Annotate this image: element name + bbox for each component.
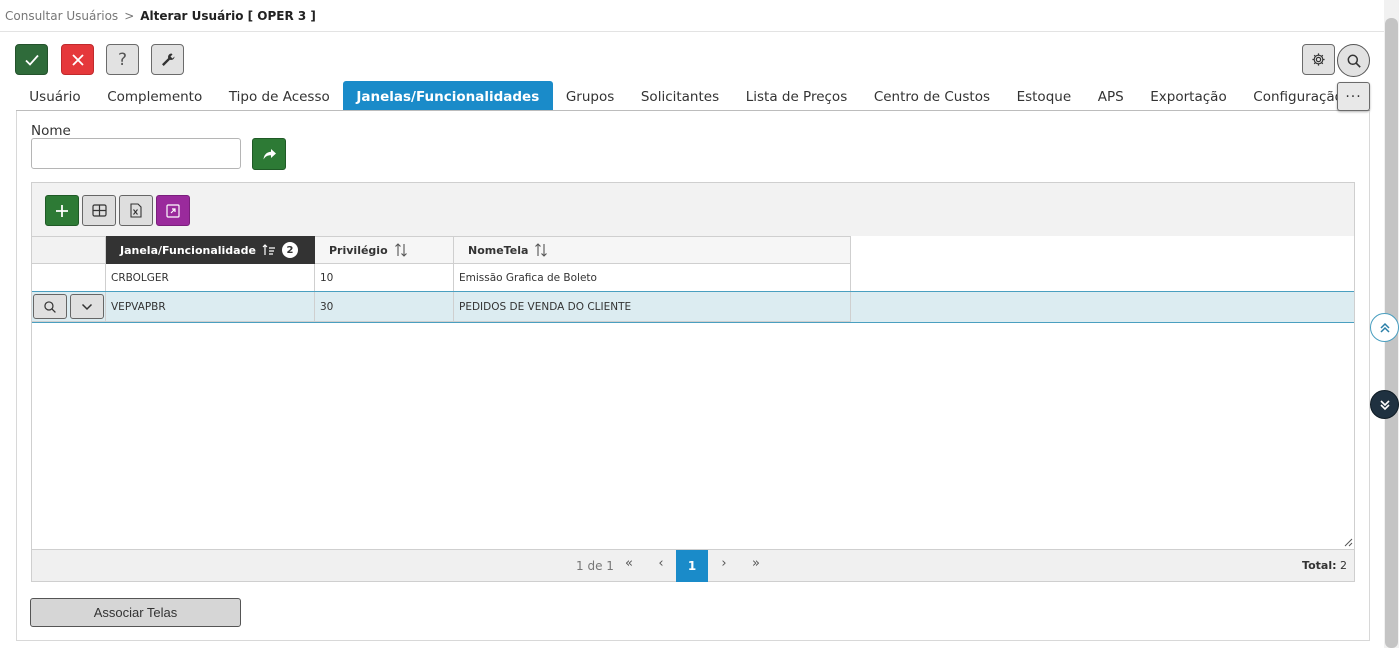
search-icon	[1347, 54, 1361, 68]
row-actions-cell	[32, 292, 106, 322]
tab-grupos[interactable]: Grupos	[553, 81, 628, 111]
pagination-bar: 1 de 1 « ‹ 1 › » Total: 2	[32, 549, 1354, 582]
total-count: Total: 2	[1302, 559, 1347, 572]
table-icon	[91, 204, 107, 217]
column-header-janela[interactable]: Janela/Funcionalidade 2	[106, 236, 315, 264]
column-header-label: Privilégio	[329, 243, 388, 257]
data-grid: Janela/Funcionalidade 2 Privilégio NomeT…	[31, 182, 1355, 582]
more-tabs-button[interactable]: ···	[1337, 82, 1370, 111]
cancel-button[interactable]	[61, 44, 94, 75]
next-page-button[interactable]: ›	[714, 556, 734, 571]
tab-bar: Usuário Complemento Tipo de Acesso Janelas/…	[16, 81, 1343, 111]
total-value: 2	[1340, 559, 1347, 572]
export-excel-button[interactable]	[119, 195, 153, 226]
row-expand-button[interactable]	[70, 294, 104, 319]
row-actions-cell	[32, 264, 106, 292]
page-info: 1 de 1	[576, 559, 614, 573]
cell-janela: VEPVAPBR	[106, 292, 315, 322]
top-divider	[0, 31, 1384, 32]
column-header-privilegio[interactable]: Privilégio	[315, 236, 454, 264]
help-icon: ?	[117, 49, 128, 70]
cell-privilegio: 30	[315, 292, 454, 322]
cell-nometela: Emissão Grafica de Boleto	[454, 264, 851, 292]
cell-nometela: PEDIDOS DE VENDA DO CLIENTE	[454, 292, 851, 322]
double-chevron-down-icon	[1379, 399, 1390, 410]
tab-centro-de-custos[interactable]: Centro de Custos	[861, 81, 1004, 111]
total-label: Total:	[1302, 559, 1337, 572]
sort-icon	[394, 243, 408, 257]
filter-go-button[interactable]	[252, 138, 286, 170]
column-header-nometela[interactable]: NomeTela	[454, 236, 851, 264]
nome-label: Nome	[31, 123, 71, 139]
tab-usu-rio[interactable]: Usuário	[16, 81, 94, 111]
double-chevron-up-icon	[1379, 322, 1390, 333]
last-page-button[interactable]: »	[746, 556, 766, 571]
breadcrumb-current: Alterar Usuário [ OPER 3 ]	[140, 9, 316, 23]
close-icon	[71, 53, 84, 66]
search-icon	[44, 300, 56, 313]
share-arrow-icon	[263, 148, 276, 159]
chevron-down-icon	[81, 303, 93, 310]
tools-button[interactable]	[151, 44, 184, 75]
check-icon	[24, 54, 39, 66]
row-view-button[interactable]	[33, 294, 67, 319]
column-header-label: Janela/Funcionalidade	[120, 243, 256, 257]
global-search-button[interactable]	[1337, 44, 1370, 77]
tab-exporta-o[interactable]: Exportação	[1137, 81, 1240, 111]
ellipsis-icon: ···	[1345, 88, 1362, 105]
gear-icon	[1312, 53, 1325, 66]
tab-complemento[interactable]: Complemento	[94, 81, 216, 111]
prev-page-button[interactable]: ‹	[651, 556, 671, 571]
tab-lista-de-pre-os[interactable]: Lista de Preços	[732, 81, 860, 111]
tab-estoque[interactable]: Estoque	[1003, 81, 1084, 111]
tab-solicitantes[interactable]: Solicitantes	[628, 81, 733, 111]
sort-ascending-icon	[262, 244, 276, 256]
page-1-button[interactable]: 1	[676, 550, 708, 582]
cell-privilegio: 10	[315, 264, 454, 292]
breadcrumb-separator: >	[124, 9, 135, 23]
tab-janelas-funcionalidades[interactable]: Janelas/Funcionalidades	[343, 81, 553, 111]
excel-file-icon	[130, 203, 142, 218]
tab-tipo-de-acesso[interactable]: Tipo de Acesso	[216, 81, 344, 111]
breadcrumb-parent-link[interactable]: Consultar Usuários	[5, 9, 118, 23]
associar-telas-button[interactable]: Associar Telas	[30, 598, 241, 627]
wrench-icon	[161, 53, 174, 66]
breadcrumb: Consultar Usuários > Alterar Usuário [ OPE…	[5, 9, 316, 23]
expand-grid-button[interactable]	[156, 195, 190, 226]
table-row[interactable]: CRBOLGER 10 Emissão Grafica de Boleto	[32, 264, 1354, 292]
expand-icon	[166, 203, 180, 218]
save-button[interactable]	[15, 44, 48, 75]
sort-icon	[534, 243, 548, 257]
add-row-button[interactable]	[45, 195, 79, 226]
settings-button[interactable]	[1302, 44, 1335, 75]
header-actions	[32, 236, 106, 264]
table-row-selected[interactable]: VEPVAPBR 30 PEDIDOS DE VENDA DO CLIENTE	[32, 291, 1354, 323]
tab-configura-o[interactable]: Configuração	[1240, 81, 1343, 111]
scroll-to-bottom-button[interactable]	[1370, 390, 1399, 419]
first-page-button[interactable]: «	[619, 556, 639, 571]
scroll-to-top-button[interactable]	[1370, 313, 1399, 342]
plus-icon	[56, 204, 68, 217]
sort-order-badge: 2	[281, 242, 298, 258]
help-button[interactable]: ?	[106, 44, 139, 75]
nome-input[interactable]	[31, 138, 241, 169]
resize-handle-icon[interactable]	[1343, 537, 1353, 547]
columns-button[interactable]	[82, 195, 116, 226]
column-header-label: NomeTela	[468, 243, 529, 257]
cell-janela: CRBOLGER	[106, 264, 315, 292]
grid-toolbar	[32, 183, 1354, 236]
tab-aps[interactable]: APS	[1084, 81, 1137, 111]
